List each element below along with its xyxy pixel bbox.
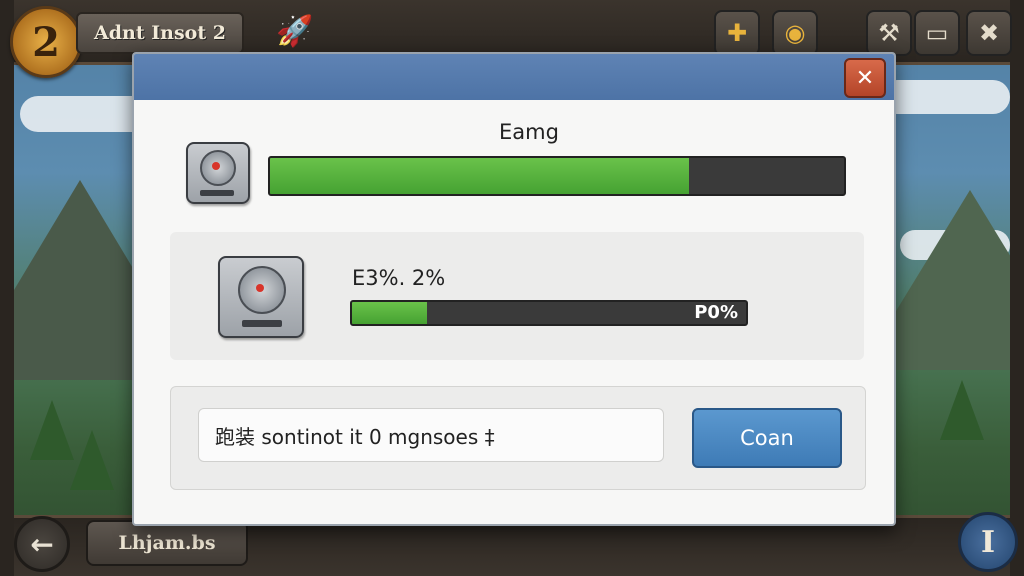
progress-percent-label: P0% <box>694 302 738 323</box>
tree <box>70 430 114 490</box>
hard-drive-icon <box>186 142 250 204</box>
hard-drive-icon <box>218 256 304 338</box>
indicator-dot <box>256 284 264 292</box>
bottom-label: Lhjam.bs <box>86 520 248 566</box>
drive-slot <box>242 320 282 327</box>
progress-bar <box>268 156 846 196</box>
progress-caption: Eamg <box>499 120 559 144</box>
progress-bar-secondary: P0% <box>350 300 748 326</box>
dialog: ✕ Eamg E3%. 2% P0% 跑装 sontinot it 0 mgns… <box>132 52 896 526</box>
indicator-dot <box>212 162 220 170</box>
drive-slot <box>200 190 234 196</box>
rocket-icon[interactable]: 🚀 <box>272 8 318 54</box>
game-title: Adnt Insot 2 <box>76 12 244 54</box>
close-icon[interactable]: ✖ <box>966 10 1012 56</box>
hud-left-border <box>0 0 14 576</box>
cloud <box>880 80 1010 114</box>
plus-icon[interactable]: ✚ <box>714 10 760 56</box>
status-message: 跑装 sontinot it 0 mgnsoes ‡ <box>198 408 664 462</box>
hud-right-border <box>1010 0 1024 576</box>
confirm-button[interactable]: Coan <box>692 408 842 468</box>
info-icon[interactable]: I <box>958 512 1018 572</box>
progress-fill <box>352 302 427 324</box>
tree <box>30 400 74 460</box>
wrench-icon[interactable]: ⚒ <box>866 10 912 56</box>
tree <box>940 380 984 440</box>
close-button[interactable]: ✕ <box>844 58 886 98</box>
back-arrow-icon[interactable]: ← <box>14 516 70 572</box>
controller-icon[interactable]: ▭ <box>914 10 960 56</box>
dialog-header <box>134 54 894 100</box>
progress-fill <box>270 158 690 194</box>
level-badge: 2 <box>10 6 82 78</box>
eye-icon[interactable]: ◉ <box>772 10 818 56</box>
percent-readout: E3%. 2% <box>352 266 446 290</box>
